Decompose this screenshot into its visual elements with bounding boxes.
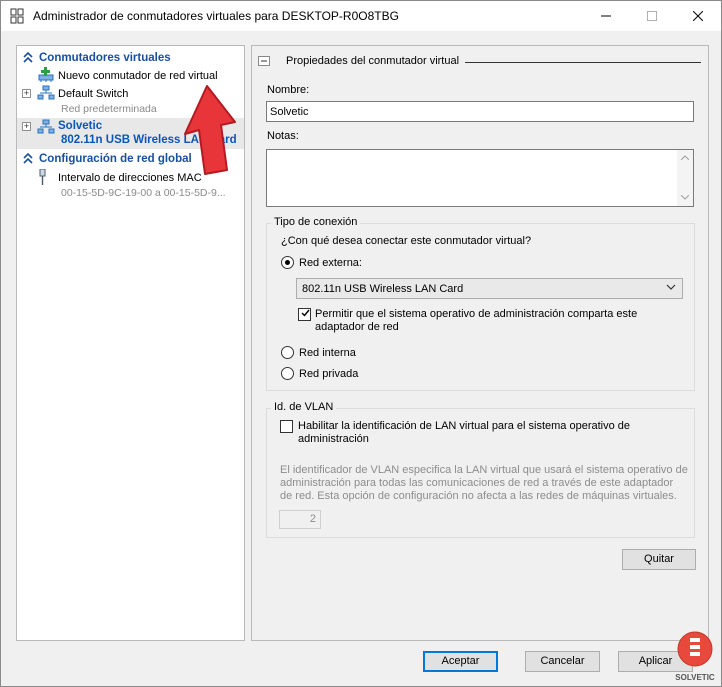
mac-range-value: 00-15-5D-9C-19-00 a 00-15-5D-9... — [61, 187, 226, 199]
watermark-text: SOLVETIC — [675, 673, 715, 682]
minimize-button[interactable] — [583, 1, 629, 31]
switch-tree-pane: Conmutadores virtuales Nuevo conmutador … — [16, 45, 245, 641]
new-switch-label: Nuevo conmutador de red virtual — [58, 70, 218, 82]
adapter-select-value: 802.11n USB Wireless LAN Card — [302, 283, 464, 295]
section-virtual-switches[interactable]: Conmutadores virtuales — [17, 50, 244, 66]
window: Administrador de conmutadores virtuales … — [0, 0, 722, 687]
chevron-down-icon — [666, 284, 676, 290]
notes-label: Notas: — [267, 130, 299, 142]
external-network-radio[interactable] — [281, 256, 294, 269]
expand-toggle[interactable]: + — [22, 89, 31, 98]
enable-vlan-checkbox[interactable] — [280, 420, 293, 433]
internal-network-label: Red interna — [299, 347, 356, 359]
default-switch-label: Default Switch — [58, 88, 129, 100]
close-button[interactable] — [675, 1, 721, 31]
checkmark-icon — [301, 309, 310, 317]
vlan-title: Id. de VLAN — [271, 401, 337, 413]
connection-type-group — [266, 223, 695, 391]
close-icon — [693, 11, 703, 21]
vlan-id-input[interactable]: 2 — [279, 510, 321, 529]
window-title: Administrador de conmutadores virtuales … — [33, 9, 399, 23]
internal-network-radio[interactable] — [281, 346, 294, 359]
allow-management-os-checkbox[interactable] — [298, 308, 311, 321]
network-cable-icon — [39, 169, 46, 185]
network-switch-icon — [37, 85, 55, 100]
maximize-button[interactable] — [629, 1, 675, 31]
network-switch-icon — [37, 119, 55, 134]
enable-vlan-label-1: Habilitar la identificación de LAN virtu… — [298, 420, 631, 432]
default-switch-sub: Red predeterminada — [61, 103, 157, 115]
connection-question: ¿Con qué desea conectar este conmutador … — [281, 235, 532, 247]
maximize-icon — [647, 11, 657, 21]
notes-textarea[interactable] — [266, 149, 694, 207]
enable-vlan-label-2: administración — [298, 433, 369, 445]
new-switch-item[interactable]: Nuevo conmutador de red virtual — [17, 67, 244, 84]
scroll-up-icon[interactable] — [681, 155, 689, 160]
collapse-minus-icon[interactable] — [258, 56, 270, 66]
solvetic-switch-label: Solvetic — [58, 120, 103, 132]
header-divider — [465, 62, 701, 63]
vlan-description-2: administración para todas las comunicaci… — [280, 477, 674, 489]
allow-management-os-label-1: Permitir que el sistema operativo de adm… — [315, 308, 638, 320]
vlan-description-1: El identificador de VLAN especifica la L… — [280, 464, 688, 476]
title-bar: Administrador de conmutadores virtuales … — [1, 1, 721, 31]
switch-properties-pane: Propiedades del conmutador virtual Nombr… — [251, 45, 709, 641]
external-network-label: Red externa: — [299, 257, 362, 269]
red-arrow-annotation — [184, 85, 236, 175]
section-virtual-switches-label: Conmutadores virtuales — [39, 52, 171, 64]
collapse-chevron-icon — [23, 51, 33, 63]
virtual-switch-app-icon — [10, 8, 24, 24]
private-network-label: Red privada — [299, 368, 359, 380]
watermark-logo: SOLVETIC — [673, 629, 717, 685]
vlan-description-3: de red. Esta opción de configuración no … — [280, 490, 677, 502]
scroll-down-icon[interactable] — [681, 195, 689, 200]
collapse-chevron-icon — [23, 152, 33, 164]
watermark-icon — [677, 631, 713, 667]
accept-button[interactable]: Aceptar — [423, 651, 498, 672]
remove-button[interactable]: Quitar — [622, 549, 696, 570]
name-input[interactable] — [266, 101, 694, 122]
cancel-button[interactable]: Cancelar — [525, 651, 600, 672]
minimize-icon — [601, 15, 611, 17]
name-label: Nombre: — [267, 84, 310, 96]
add-switch-icon — [38, 67, 54, 82]
private-network-radio[interactable] — [281, 367, 294, 380]
connection-type-title: Tipo de conexión — [271, 216, 361, 228]
expand-toggle[interactable]: + — [22, 122, 31, 131]
allow-management-os-label-2: adaptador de red — [315, 321, 399, 333]
properties-header: Propiedades del conmutador virtual — [286, 55, 460, 67]
notes-scrollbar[interactable] — [677, 150, 693, 206]
adapter-select[interactable]: 802.11n USB Wireless LAN Card — [296, 278, 683, 299]
